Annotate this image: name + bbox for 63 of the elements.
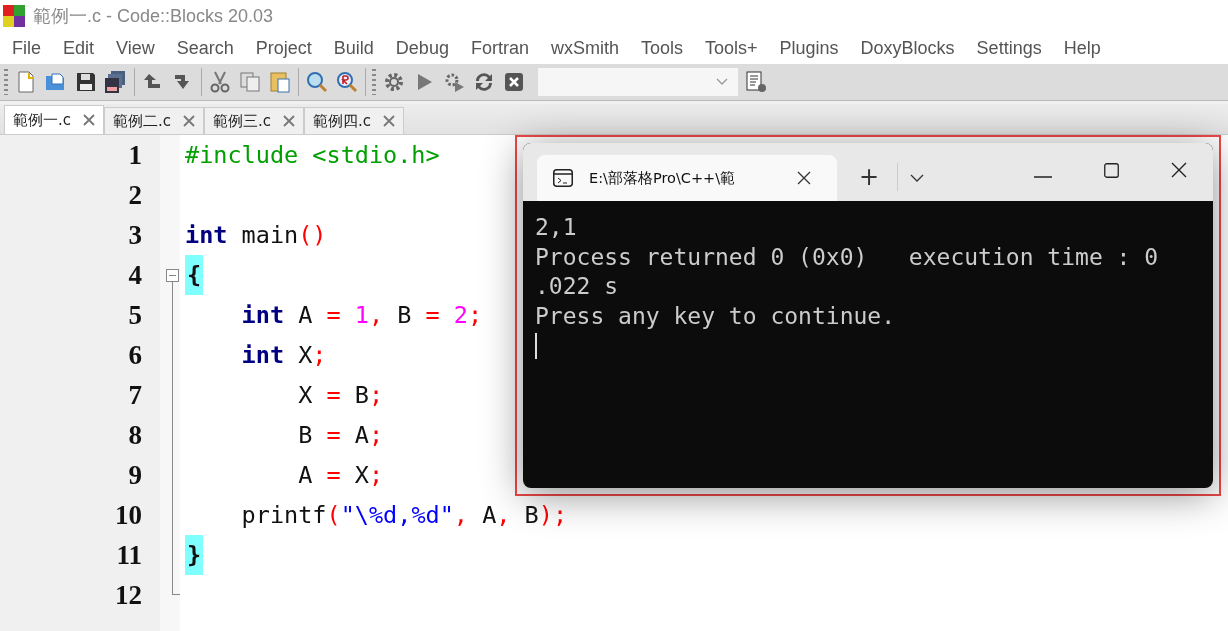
line-number: 3 bbox=[127, 219, 142, 251]
save-icon[interactable] bbox=[74, 70, 98, 94]
console-output-line: Process returned 0 (0x0) execution time : 0 bbox=[535, 242, 1160, 272]
line-number: 10 bbox=[114, 499, 142, 531]
file-tab[interactable]: 範例二.c bbox=[104, 107, 205, 134]
line-number: 12 bbox=[114, 579, 142, 611]
line-number: 2 bbox=[127, 179, 142, 211]
close-icon[interactable] bbox=[1171, 162, 1187, 178]
console-output-line: 2,1 bbox=[535, 213, 578, 242]
line-number: 4 bbox=[127, 259, 142, 291]
menu-item[interactable]: Plugins bbox=[768, 37, 850, 59]
scissors-icon[interactable] bbox=[208, 70, 232, 94]
app-logo-icon bbox=[3, 5, 25, 27]
menu-item[interactable]: Tools bbox=[629, 37, 694, 59]
line-number: 5 bbox=[127, 299, 142, 331]
menu-item[interactable]: Project bbox=[244, 37, 323, 59]
chevron-down-icon[interactable] bbox=[910, 174, 925, 182]
new-tab-button[interactable]: + bbox=[859, 165, 880, 189]
code-line: B = A; bbox=[297, 421, 384, 449]
paste-icon[interactable] bbox=[268, 70, 292, 94]
file-tab[interactable]: 範例四.c bbox=[304, 107, 405, 134]
code-line: int A = 1, B = 2; bbox=[240, 301, 483, 329]
line-number: 6 bbox=[127, 339, 142, 371]
code-line: A = X; bbox=[297, 461, 384, 489]
file-tab[interactable]: 範例一.c bbox=[4, 105, 104, 134]
line-number: 1 bbox=[127, 139, 142, 171]
code-line: X = B; bbox=[297, 381, 384, 409]
replace-icon[interactable] bbox=[335, 70, 359, 94]
close-icon[interactable] bbox=[797, 171, 811, 185]
line-number: 11 bbox=[115, 539, 142, 571]
code-line: #include <stdio.h> bbox=[185, 141, 440, 169]
console-output-line: Press any key to continue. bbox=[535, 301, 897, 331]
console-icon bbox=[553, 169, 573, 187]
menu-item[interactable]: Build bbox=[322, 37, 385, 59]
text-cursor bbox=[535, 333, 537, 359]
menu-item[interactable]: Edit bbox=[52, 37, 106, 59]
menu-item[interactable]: View bbox=[105, 37, 166, 59]
file-tab[interactable]: 範例三.c bbox=[204, 107, 305, 134]
code-line: int X; bbox=[240, 341, 327, 369]
search-icon[interactable] bbox=[305, 70, 329, 94]
caret-icon bbox=[716, 78, 728, 86]
console-output-line: .022 s bbox=[535, 272, 620, 301]
save-all-icon[interactable] bbox=[104, 70, 128, 94]
menu-item[interactable]: Help bbox=[1052, 37, 1112, 59]
window-title: 範例一.c - Code::Blocks 20.03 bbox=[33, 5, 274, 28]
menu-item[interactable]: Tools+ bbox=[694, 37, 769, 59]
menu-item[interactable]: File bbox=[1, 37, 52, 59]
menu-item[interactable]: DoxyBlocks bbox=[849, 37, 966, 59]
menu-item[interactable]: Settings bbox=[965, 37, 1053, 59]
menu-item[interactable]: Debug bbox=[384, 37, 460, 59]
maximize-icon[interactable] bbox=[1104, 163, 1119, 178]
line-number: 7 bbox=[127, 379, 142, 411]
line-number: 8 bbox=[127, 419, 142, 451]
menu-item[interactable]: wxSmith bbox=[539, 37, 630, 59]
code-line: int main() bbox=[185, 221, 327, 249]
menu-item[interactable]: Search bbox=[165, 37, 245, 59]
menu-item[interactable]: Fortran bbox=[459, 37, 540, 59]
terminal-tab[interactable]: E:\部落格Pro\C++\範 bbox=[537, 155, 837, 201]
line-number: 9 bbox=[127, 459, 142, 491]
gear-icon[interactable] bbox=[382, 70, 406, 94]
settings-list-icon[interactable] bbox=[744, 70, 768, 94]
abort-icon[interactable] bbox=[502, 70, 526, 94]
code-line: printf("\%d,%d", A, B); bbox=[240, 501, 568, 529]
